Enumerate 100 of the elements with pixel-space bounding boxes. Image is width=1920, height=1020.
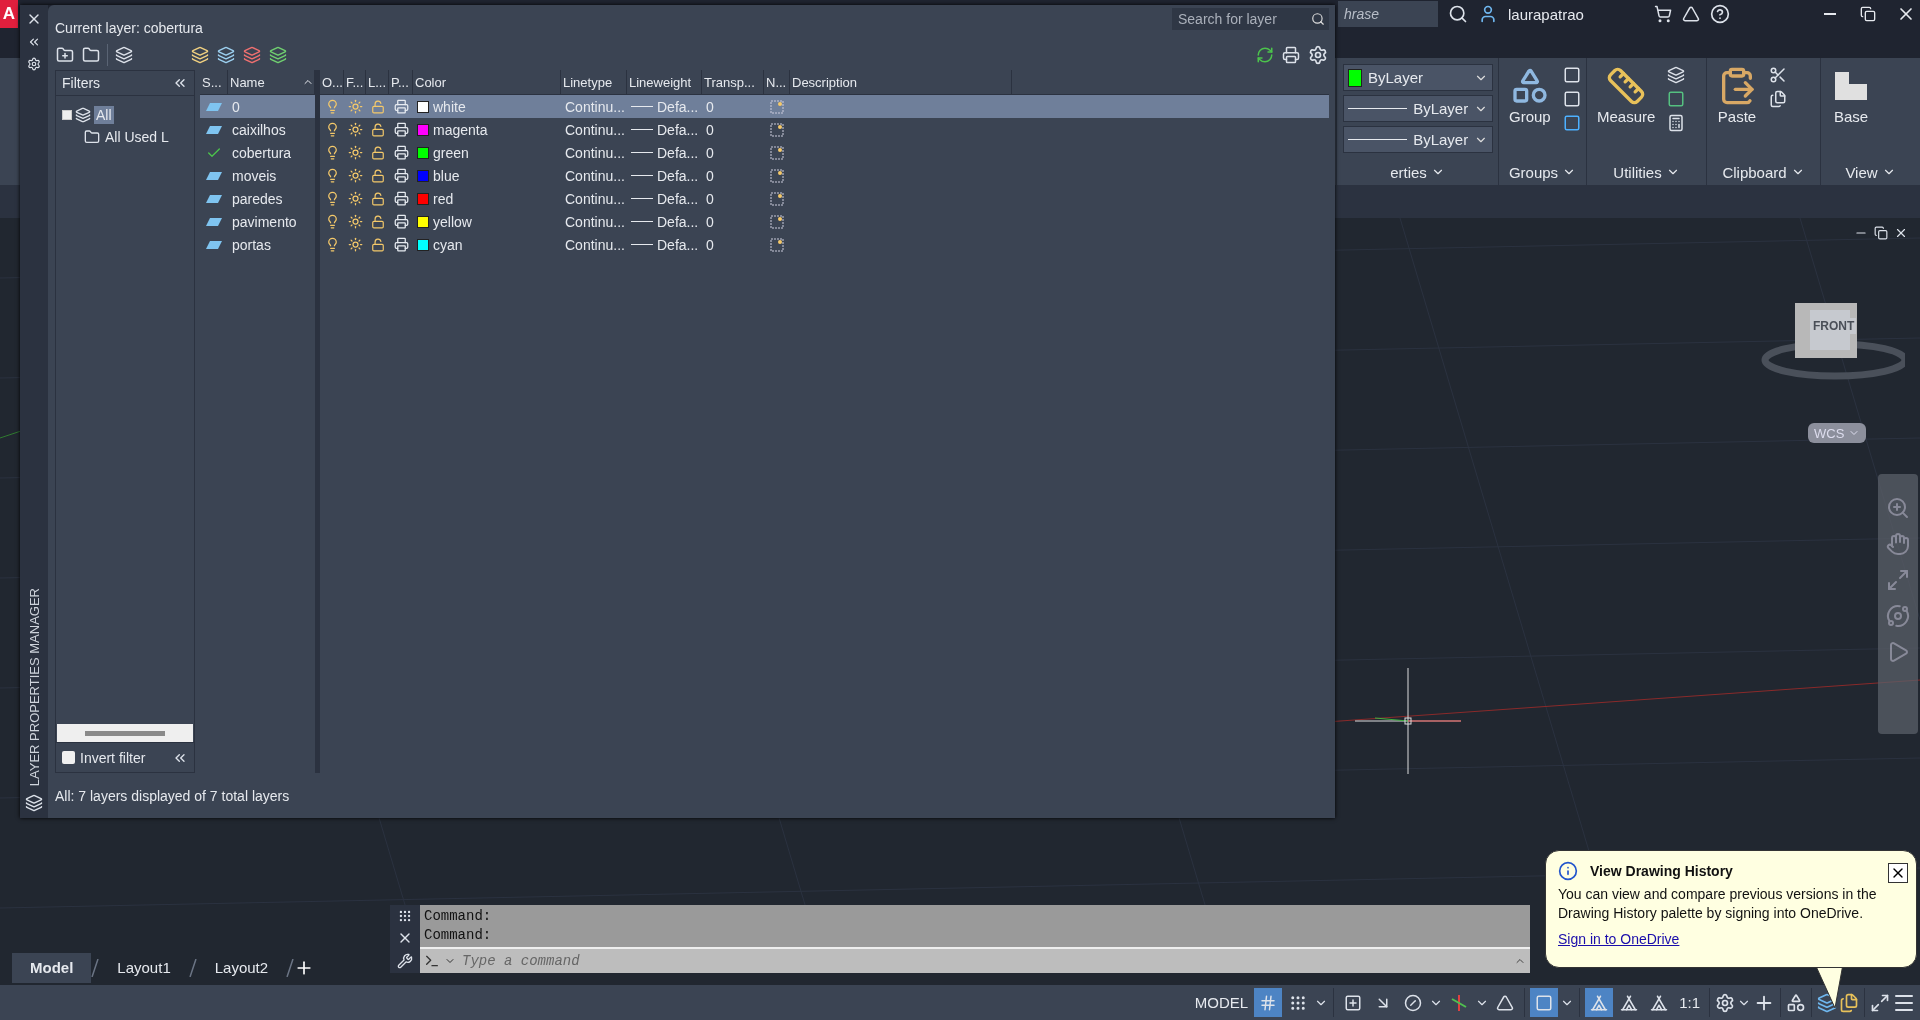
layer-row[interactable]: magenta Continu... Defa... 0 [320, 118, 1329, 141]
app-logo[interactable]: A [0, 0, 18, 28]
column-header[interactable]: O... [320, 70, 344, 94]
search-field[interactable]: hrase [1338, 1, 1438, 27]
layer-row[interactable]: moveis [200, 164, 315, 187]
linetype-cell[interactable]: Continu... [561, 121, 627, 138]
calculator-icon[interactable] [1667, 114, 1686, 132]
scissors-icon[interactable] [1769, 66, 1787, 84]
settings-icon[interactable] [1715, 992, 1735, 1013]
layers-icon[interactable] [1667, 66, 1686, 84]
linetype-cell[interactable]: Continu... [561, 213, 627, 230]
set-current-button[interactable] [268, 45, 288, 65]
unlock-icon[interactable] [370, 214, 385, 229]
layout-tab[interactable]: Layout1 [99, 952, 189, 983]
collapse-icon[interactable] [27, 35, 41, 49]
scale-button[interactable]: 1:1 [1675, 988, 1704, 1017]
layer-row[interactable]: blue Continu... Defa... 0 [320, 164, 1329, 187]
model-button[interactable]: MODEL [1190, 988, 1253, 1017]
printer-icon[interactable] [393, 145, 409, 160]
layout-tab[interactable]: Model [12, 952, 92, 983]
layout-tab[interactable]: Layout2 [196, 952, 287, 983]
column-header[interactable]: Linetype [561, 70, 627, 94]
wrench-icon[interactable] [397, 953, 413, 970]
panel-title[interactable]: Utilities [1613, 163, 1662, 181]
sun-icon[interactable] [347, 122, 363, 137]
status-toggle[interactable] [1585, 988, 1614, 1017]
column-header[interactable]: Color [413, 70, 561, 94]
settings-button[interactable] [1307, 44, 1329, 66]
color-swatch[interactable] [417, 169, 429, 182]
folder-button[interactable] [81, 45, 101, 65]
files-icon[interactable] [1769, 90, 1787, 108]
filter-tree-item[interactable]: All Used L [103, 128, 171, 146]
panel-title[interactable]: erties [1390, 163, 1427, 181]
sun-icon[interactable] [347, 237, 363, 252]
unlock-icon[interactable] [370, 145, 385, 160]
cube-face-label[interactable]: FRONT [1811, 318, 1857, 334]
command-input[interactable]: Type a command [460, 952, 1510, 970]
viewport-freeze-icon[interactable] [770, 191, 784, 206]
transparency-cell[interactable]: 0 [702, 167, 764, 184]
square-icon[interactable] [1562, 90, 1581, 108]
linetype-cell[interactable]: Continu... [561, 167, 627, 184]
lineweight-cell[interactable]: Defa... [657, 167, 699, 184]
layer-settings-button[interactable] [1281, 45, 1301, 65]
sign-in-link[interactable]: Sign in to OneDrive [1558, 931, 1904, 947]
layer-search-field[interactable]: Search for layer [1172, 8, 1329, 30]
sun-icon[interactable] [347, 191, 363, 206]
panel-title[interactable]: Groups [1508, 163, 1559, 181]
color-swatch[interactable] [417, 238, 429, 251]
cart-icon[interactable] [1653, 5, 1672, 23]
new-filter-button[interactable] [55, 45, 75, 65]
new-layer-button[interactable] [190, 45, 210, 65]
column-header[interactable]: Lineweight [627, 70, 702, 94]
triangle-icon[interactable] [1681, 5, 1700, 23]
transparency-cell[interactable]: 0 [702, 121, 764, 138]
layer-row[interactable]: cyan Continu... Defa... 0 [320, 233, 1329, 256]
color-swatch[interactable] [417, 192, 429, 205]
layer-row[interactable]: green Continu... Defa... 0 [320, 141, 1329, 164]
sun-icon[interactable] [347, 145, 363, 160]
linetype-cell[interactable]: Continu... [561, 190, 627, 207]
column-header[interactable]: Description [790, 70, 1012, 94]
layer-row[interactable]: yellow Continu... Defa... 0 [320, 210, 1329, 233]
status-toggle[interactable] [1530, 988, 1559, 1017]
help-icon[interactable] [1709, 4, 1730, 24]
group-button[interactable]: Group [1505, 64, 1555, 159]
paste-button[interactable]: Paste [1713, 64, 1761, 159]
unlock-icon[interactable] [370, 122, 385, 137]
fullscreen-icon[interactable] [1870, 992, 1890, 1013]
files-icon[interactable] [1839, 992, 1859, 1013]
viewport-freeze-icon[interactable] [770, 122, 784, 137]
printer-icon[interactable] [393, 168, 409, 183]
sun-icon[interactable] [347, 214, 363, 229]
shapes-icon[interactable] [1786, 992, 1806, 1013]
lineweight-cell[interactable]: Defa... [657, 121, 699, 138]
measure-button[interactable]: Measure [1593, 64, 1660, 159]
transparency-cell[interactable]: 0 [702, 236, 764, 253]
unlock-icon[interactable] [370, 168, 385, 183]
layer-row[interactable]: red Continu... Defa... 0 [320, 187, 1329, 210]
printer-icon[interactable] [393, 122, 409, 137]
command-field[interactable]: Type a command [420, 947, 1530, 973]
transparency-cell[interactable]: 0 [702, 144, 764, 161]
layer-row[interactable]: portas [200, 233, 315, 256]
square-icon[interactable] [1667, 90, 1686, 108]
transparency-cell[interactable]: 0 [702, 190, 764, 207]
layer-row[interactable]: cobertura [200, 141, 315, 164]
collapse-toggle[interactable] [62, 110, 72, 120]
column-header[interactable]: F... [344, 70, 366, 94]
color-swatch[interactable] [417, 123, 429, 136]
layer-row[interactable]: pavimento [200, 210, 315, 233]
printer-icon[interactable] [393, 237, 409, 252]
panel-title[interactable]: Clipboard [1722, 163, 1787, 181]
property-dropdown[interactable]: ByLayer [1343, 95, 1493, 122]
viewport-freeze-icon[interactable] [770, 237, 784, 252]
delete-layer-button[interactable] [242, 45, 262, 65]
column-header[interactable]: S... [200, 70, 228, 94]
property-dropdown[interactable]: ByLayer [1343, 126, 1493, 153]
unlock-icon[interactable] [370, 191, 385, 206]
base-button[interactable]: Base [1827, 64, 1875, 159]
invert-filter-checkbox[interactable] [62, 751, 75, 764]
color-swatch[interactable] [417, 100, 429, 113]
new-frozen-layer-button[interactable] [216, 45, 236, 65]
